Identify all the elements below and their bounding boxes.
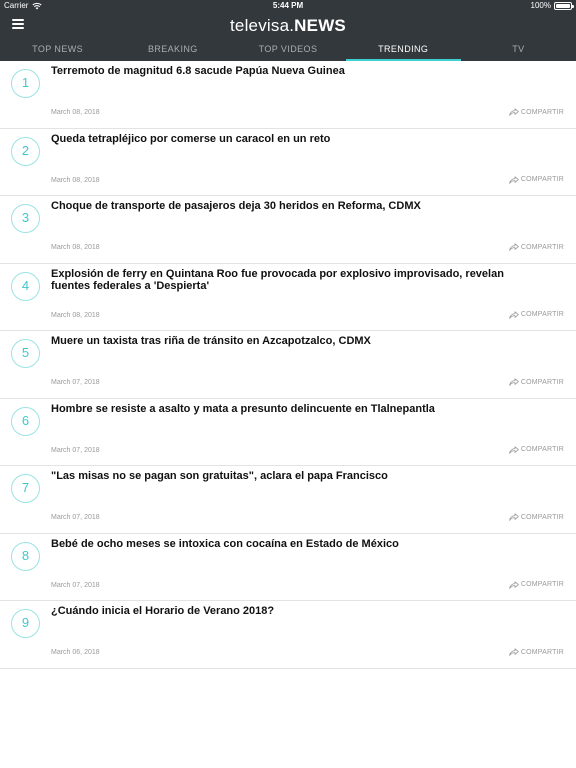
rank-badge: 1 (11, 69, 40, 98)
article-date: March 08, 2018 (51, 244, 100, 251)
rank-badge: 8 (11, 541, 40, 571)
article-date: March 07, 2018 (51, 514, 100, 521)
share-icon (509, 243, 519, 251)
rank-badge: 9 (11, 609, 40, 638)
share-label: COMPARTIR (520, 311, 564, 318)
share-label: COMPARTIR (520, 648, 564, 656)
list-item[interactable]: 8 Bebé de ocho meses se intoxica con coca… (0, 534, 576, 601)
article-headline[interactable]: "Las misas no se pagan son gratuitas", a… (51, 470, 546, 483)
battery-percent: 100% (530, 1, 551, 10)
share-label: COMPARTIR (520, 446, 564, 453)
tab-trending[interactable]: TRENDING (345, 40, 462, 61)
article-headline[interactable]: Terremoto de magnitud 6.8 sacude Papúa N… (51, 65, 546, 78)
list-item[interactable]: 9 ¿Cuándo inicia el Horario de Verano 201… (0, 601, 576, 669)
share-button[interactable]: COMPARTIR (509, 108, 564, 116)
list-item[interactable]: 2 Queda tetrapléjico por comerse un carac… (0, 129, 576, 196)
share-icon (509, 108, 519, 116)
tab-breaking[interactable]: BREAKING (115, 40, 230, 61)
list-item[interactable]: 6 Hombre se resiste a asalto y mata a pre… (0, 399, 576, 466)
article-date: March 08, 2018 (51, 176, 100, 184)
tab-top-news[interactable]: TOP NEWS (0, 40, 115, 61)
share-icon (509, 310, 519, 319)
list-item[interactable]: 7 "Las misas no se pagan son gratuitas", … (0, 466, 576, 534)
article-headline[interactable]: Bebé de ocho meses se intoxica con cocaí… (51, 538, 546, 551)
share-button[interactable]: COMPARTIR (509, 580, 564, 589)
brand-logo-prefix: televisa. (230, 16, 295, 35)
share-icon (509, 648, 519, 656)
rank-badge: 2 (11, 136, 40, 166)
share-icon (509, 513, 519, 521)
share-button[interactable]: COMPARTIR (509, 513, 564, 521)
article-date: March 08, 2018 (51, 311, 100, 319)
brand-logo: televisa.NEWS (0, 16, 576, 36)
list-item[interactable]: 1 Terremoto de magnitud 6.8 sacude Papúa … (0, 61, 576, 129)
share-button[interactable]: COMPARTIR (509, 445, 564, 454)
article-headline[interactable]: Muere un taxista tras riña de tránsito e… (51, 335, 546, 348)
rank-badge: 3 (11, 204, 40, 233)
tab-top-videos[interactable]: TOP VIDEOS (230, 40, 345, 61)
rank-badge: 5 (11, 339, 40, 368)
rank-badge: 7 (11, 474, 40, 503)
share-icon (509, 580, 519, 589)
share-button[interactable]: COMPARTIR (509, 378, 564, 386)
battery-icon (554, 1, 574, 10)
share-label: COMPARTIR (520, 108, 564, 116)
article-date: March 07, 2018 (51, 446, 100, 454)
list-item[interactable]: 5 Muere un taxista tras riña de tránsito … (0, 331, 576, 399)
section-tabs: TOP NEWS BREAKING TOP VIDEOS TRENDING TV (0, 40, 576, 61)
share-icon (509, 378, 519, 386)
article-headline[interactable]: Choque de transporte de pasajeros deja 3… (51, 200, 546, 213)
share-label: COMPARTIR (520, 513, 564, 521)
article-date: March 06, 2018 (51, 649, 100, 656)
tab-tv[interactable]: TV (461, 40, 576, 61)
status-bar: Carrier 5:44 PM 100% (0, 0, 576, 12)
article-date: March 08, 2018 (51, 109, 100, 116)
brand-logo-suffix: NEWS (294, 16, 346, 35)
share-icon (509, 445, 519, 454)
battery-indicator: 100% (530, 1, 574, 10)
article-headline[interactable]: Explosión de ferry en Quintana Roo fue p… (51, 268, 546, 293)
article-headline[interactable]: Queda tetrapléjico por comerse un caraco… (51, 133, 546, 146)
clock: 5:44 PM (272, 1, 304, 10)
trending-list: 1 Terremoto de magnitud 6.8 sacude Papúa … (0, 61, 576, 669)
share-button[interactable]: COMPARTIR (509, 648, 564, 656)
share-label: COMPARTIR (520, 378, 564, 386)
share-icon (509, 175, 519, 184)
list-item[interactable]: 4 Explosión de ferry en Quintana Roo fue … (0, 264, 576, 331)
share-button[interactable]: COMPARTIR (509, 243, 564, 251)
article-headline[interactable]: ¿Cuándo inicia el Horario de Verano 2018… (51, 605, 546, 618)
nav-bar: televisa.NEWS (0, 12, 576, 40)
share-label: COMPARTIR (520, 581, 564, 588)
share-button[interactable]: COMPARTIR (509, 310, 564, 319)
list-item[interactable]: 3 Choque de transporte de pasajeros deja … (0, 196, 576, 264)
share-label: COMPARTIR (520, 243, 564, 251)
rank-badge: 4 (11, 271, 40, 301)
article-headline[interactable]: Hombre se resiste a asalto y mata a pres… (51, 403, 546, 416)
article-date: March 07, 2018 (51, 379, 100, 386)
share-button[interactable]: COMPARTIR (509, 175, 564, 184)
article-date: March 07, 2018 (51, 581, 100, 589)
share-label: COMPARTIR (520, 176, 564, 183)
rank-badge: 6 (11, 406, 40, 436)
